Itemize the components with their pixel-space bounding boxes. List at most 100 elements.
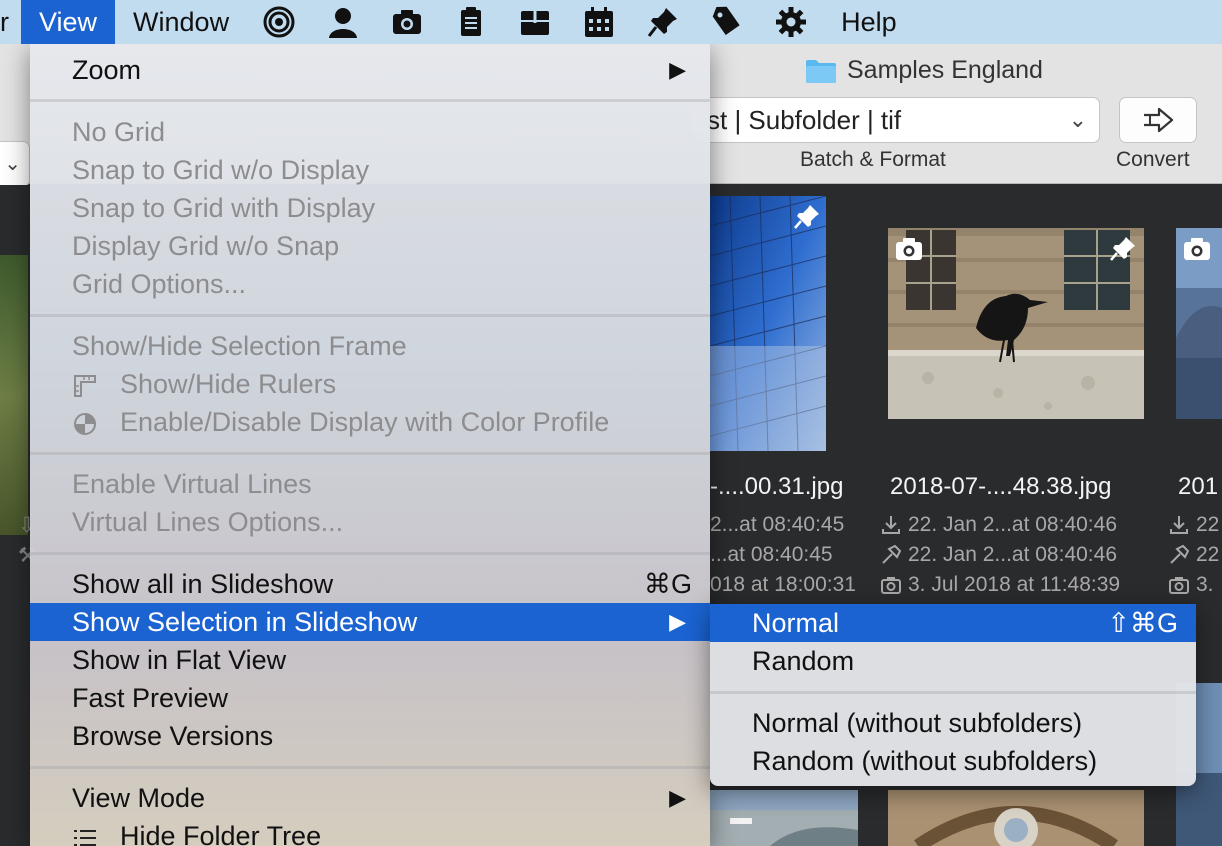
box-icon[interactable] — [503, 0, 567, 44]
camera-icon — [896, 238, 922, 260]
menu-item-label: Show Selection in Slideshow — [72, 607, 418, 637]
chevron-down-icon: ⌄ — [1068, 107, 1087, 132]
window-title: Samples England — [805, 56, 1043, 85]
menu-item-grid-options[interactable]: Grid Options... — [30, 265, 710, 303]
menu-item-snap-with-display[interactable]: Snap to Grid with Display — [30, 189, 710, 227]
menu-item-label: Zoom — [72, 55, 142, 85]
menubar-item-view[interactable]: View — [21, 0, 116, 44]
window-title-text: Samples England — [847, 56, 1043, 84]
convert-button[interactable] — [1119, 97, 1197, 143]
thumbnail-image-partial-left[interactable] — [0, 255, 28, 535]
capture-date-text: 3. — [1196, 573, 1214, 596]
menu-item-virtual-lines-options[interactable]: Virtual Lines Options... — [30, 503, 710, 541]
thumbnail-capture-date: 018 at 18:00:31 — [710, 573, 856, 597]
menu-separator — [30, 99, 710, 102]
menu-item-selection-frame[interactable]: Show/Hide Selection Frame — [30, 327, 710, 365]
thumbnail-image[interactable] — [710, 196, 826, 451]
menu-item-hide-folder-tree[interactable]: Hide Folder Tree — [30, 817, 710, 846]
menu-item-no-grid[interactable]: No Grid — [30, 113, 710, 151]
thumbnail-image[interactable] — [710, 790, 858, 846]
menu-item-zoom[interactable]: Zoom ▶ — [30, 51, 710, 89]
download-icon — [882, 516, 900, 534]
menu-item-virtual-lines[interactable]: Enable Virtual Lines — [30, 465, 710, 503]
batch-format-value: st | Subfolder | tif — [707, 105, 902, 135]
color-profile-icon — [72, 405, 120, 443]
menubar-item-help[interactable]: Help — [823, 0, 915, 44]
import-date-text: 2...at 08:40:45 — [710, 513, 845, 536]
pin-icon — [794, 205, 819, 229]
batch-format-select[interactable]: st | Subfolder | tif ⌄ — [690, 97, 1100, 143]
thumbnail-modified-date: 22. Jan 2...at 08:40:46 — [880, 543, 1117, 567]
menu-item-view-mode[interactable]: View Mode ▶ — [30, 779, 710, 817]
menu-separator — [30, 452, 710, 455]
hammer-icon — [882, 544, 902, 564]
submenu-item-random[interactable]: Random — [710, 642, 1196, 680]
thumbnail-image[interactable] — [888, 228, 1144, 419]
menubar-item-partial[interactable]: r — [0, 0, 21, 44]
menu-item-snap-no-display[interactable]: Snap to Grid w/o Display — [30, 151, 710, 189]
menu-item-flat-view[interactable]: Show in Flat View — [30, 641, 710, 679]
capture-date-text: 3. Jul 2018 at 11:48:39 — [908, 573, 1121, 596]
menubar-item-window[interactable]: Window — [115, 0, 247, 44]
menu-item-color-profile[interactable]: Enable/Disable Display with Color Profil… — [30, 403, 710, 441]
menu-item-shortcut: ⇧⌘G — [1107, 608, 1178, 638]
thumbnail-import-date: 22. Jan 2...at 08:40:46 — [880, 513, 1117, 537]
submenu-item-random-no-subfolders[interactable]: Random (without subfolders) — [710, 742, 1196, 780]
menu-item-fast-preview[interactable]: Fast Preview — [30, 679, 710, 717]
menu-item-shortcut: ⌘G — [643, 569, 692, 599]
ruler-icon — [72, 367, 120, 405]
batch-format-label: Batch & Format — [800, 148, 946, 171]
menu-item-label: Enable/Disable Display with Color Profil… — [120, 407, 610, 437]
import-date-text: 22. Jan 2...at 08:40:46 — [908, 513, 1117, 536]
calendar-icon[interactable] — [567, 0, 631, 44]
thumbnail-capture-date: 3. — [1168, 573, 1214, 597]
menu-item-browse-versions[interactable]: Browse Versions — [30, 717, 710, 755]
camera-icon — [881, 577, 901, 594]
thumbnail-import-date: 22 — [1168, 513, 1219, 537]
submenu-item-normal[interactable]: Normal ⇧⌘G — [710, 604, 1196, 642]
thumbnail-image[interactable] — [1176, 228, 1222, 419]
slideshow-submenu: Normal ⇧⌘G Random Normal (without subfol… — [710, 604, 1196, 786]
menu-item-show-selection-slideshow[interactable]: Show Selection in Slideshow ▶ — [30, 603, 710, 641]
menu-separator — [30, 314, 710, 317]
menu-item-display-no-snap[interactable]: Display Grid w/o Snap — [30, 227, 710, 265]
thumbnail-filename: -....00.31.jpg — [710, 473, 844, 500]
thumbnail-import-date: 2...at 08:40:45 — [710, 513, 844, 537]
modified-date-text: 22 — [1196, 543, 1220, 566]
thumbnail-modified-date: ...at 08:40:45 — [710, 543, 833, 567]
menu-item-label: View Mode — [72, 783, 206, 813]
left-popup-button[interactable]: ⌄ — [0, 141, 30, 187]
thumbnail-modified-date: 22 — [1168, 543, 1219, 567]
camera-icon — [1169, 577, 1189, 594]
pin-icon — [1110, 237, 1135, 261]
pin-icon[interactable] — [631, 0, 695, 44]
folder-icon — [806, 59, 836, 83]
thumbnail-image[interactable] — [888, 790, 1144, 846]
thumbnail-filename: 201 — [1178, 473, 1219, 500]
menu-item-rulers[interactable]: Show/Hide Rulers — [30, 365, 710, 403]
thumbnail-filename: 2018-07-....48.38.jpg — [890, 473, 1112, 500]
submenu-item-normal-no-subfolders[interactable]: Normal (without subfolders) — [710, 704, 1196, 742]
view-menu: Zoom ▶ No Grid Snap to Grid w/o Display … — [30, 44, 710, 846]
convert-arrow-icon — [1144, 107, 1174, 133]
menu-item-show-all-slideshow[interactable]: Show all in Slideshow ⌘G — [30, 565, 710, 603]
menu-separator — [30, 766, 710, 769]
clipboard-icon[interactable] — [439, 0, 503, 44]
menu-item-label: Show all in Slideshow — [72, 569, 334, 599]
target-icon[interactable] — [247, 0, 311, 44]
submenu-arrow-icon: ▶ — [669, 609, 686, 634]
menu-item-label: Hide Folder Tree — [120, 821, 322, 846]
submenu-arrow-icon: ▶ — [669, 785, 686, 810]
tag-icon[interactable] — [695, 0, 759, 44]
convert-label: Convert — [1116, 148, 1190, 171]
download-icon — [1170, 516, 1188, 534]
menu-item-label: Show/Hide Rulers — [120, 369, 337, 399]
gear-icon[interactable] — [759, 0, 823, 44]
menu-item-label: Normal — [752, 608, 840, 638]
person-icon[interactable] — [311, 0, 375, 44]
import-date-text: 22 — [1196, 513, 1220, 536]
menu-separator — [30, 552, 710, 555]
modified-date-text: 22. Jan 2...at 08:40:46 — [908, 543, 1117, 566]
camera-icon[interactable] — [375, 0, 439, 44]
list-icon — [72, 819, 120, 846]
